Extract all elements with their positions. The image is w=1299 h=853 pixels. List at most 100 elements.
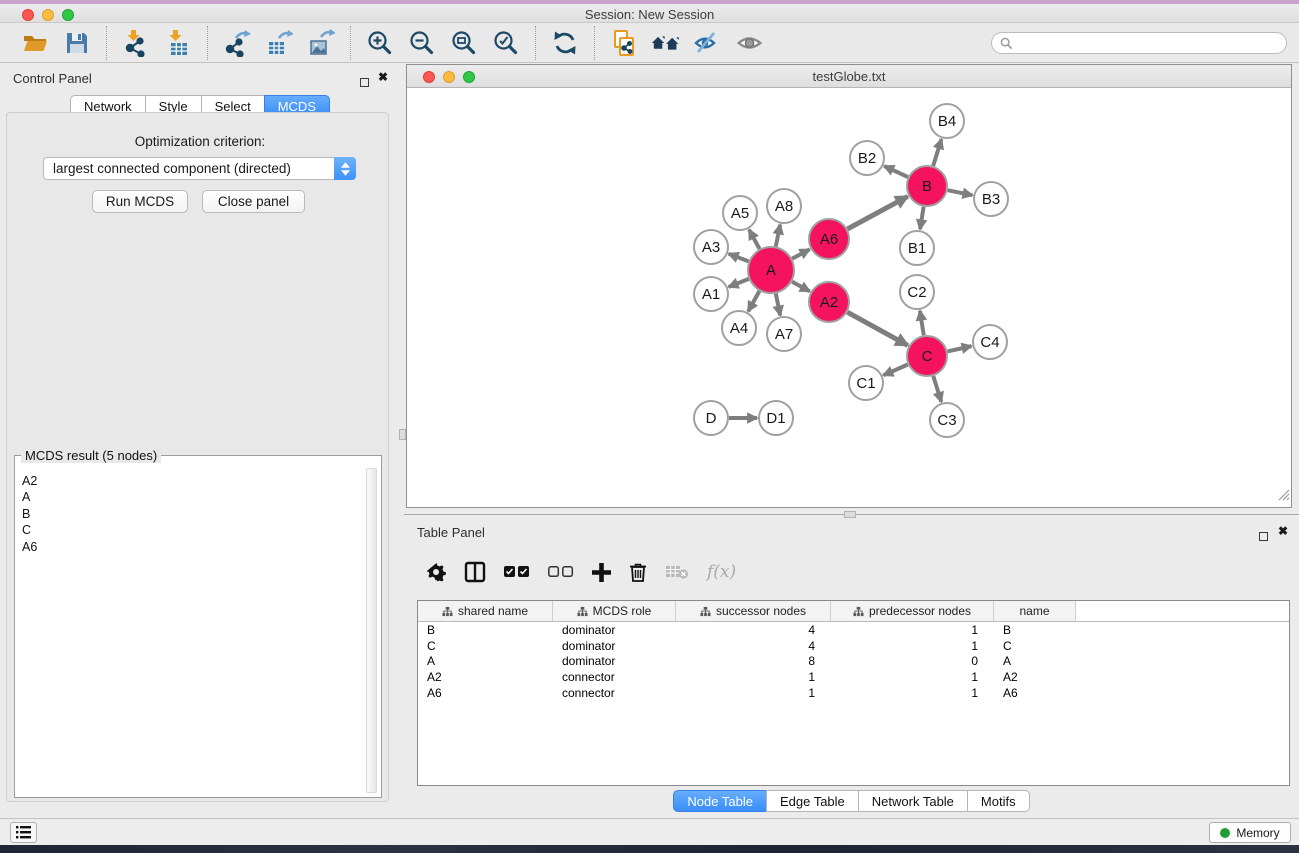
result-list-scrollbar[interactable] (366, 468, 377, 793)
add-row-plus-icon[interactable] (592, 563, 611, 582)
column-header-name[interactable]: name (994, 601, 1076, 621)
column-header-MCDS-role[interactable]: MCDS role (553, 601, 676, 621)
search-input[interactable] (1013, 35, 1286, 51)
mcds-result-item[interactable]: C (22, 522, 365, 538)
horizontal-split-handle[interactable] (844, 511, 856, 518)
table-panel-title: Table Panel (417, 525, 485, 540)
graph-edge-C-C3[interactable] (933, 376, 941, 402)
graph-edge-B-B1[interactable] (920, 207, 924, 230)
table-row[interactable]: Cdominator41C (418, 638, 1289, 654)
split-columns-icon[interactable] (464, 561, 486, 583)
table-cell: 1 (831, 669, 994, 685)
network-canvas[interactable]: B4B2BB3B1A5A8A6A3AA1C2A2A4A7C4CC1C3DD1 (407, 89, 1291, 507)
graph-node-label: C4 (980, 334, 999, 351)
search-field[interactable] (991, 32, 1287, 54)
list-icon (16, 826, 31, 839)
graph-edge-A-A7[interactable] (776, 294, 780, 316)
table-panel-close-icon[interactable]: ✖ (1278, 526, 1288, 536)
column-header-predecessor-nodes[interactable]: predecessor nodes (831, 601, 994, 621)
table-cell: A6 (994, 685, 1076, 701)
open-folder-icon[interactable] (20, 28, 50, 58)
zoom-in-icon[interactable] (365, 28, 395, 58)
export-table-icon[interactable] (264, 28, 294, 58)
column-header-shared-name[interactable]: shared name (418, 601, 553, 621)
graph-edge-B-B4[interactable] (933, 139, 941, 166)
column-type-icon (853, 606, 864, 617)
eye-slash-icon[interactable] (693, 28, 723, 58)
save-floppy-icon[interactable] (62, 28, 92, 58)
network-window-titlebar[interactable]: testGlobe.txt (407, 65, 1291, 88)
graph-edge-A-A5[interactable] (749, 230, 759, 249)
gear-icon[interactable] (427, 563, 446, 582)
mcds-result-item[interactable]: A2 (22, 473, 365, 489)
mcds-result-item[interactable]: B (22, 506, 365, 522)
table-cell: 1 (831, 685, 994, 701)
import-table-icon[interactable] (163, 28, 193, 58)
select-all-checkboxes-icon[interactable] (504, 566, 530, 578)
table-cell: B (418, 622, 553, 638)
window-resize-grip[interactable] (1276, 487, 1290, 506)
graph-edge-A-A6[interactable] (792, 249, 809, 258)
zoom-selected-icon[interactable] (491, 28, 521, 58)
graph-edge-B-B2[interactable] (884, 166, 908, 177)
table-cell: dominator (553, 622, 676, 638)
column-type-icon (442, 606, 453, 617)
control-panel-float-icon[interactable] (360, 74, 369, 92)
mcds-result-item[interactable]: A6 (22, 539, 365, 555)
graph-edge-A-A2[interactable] (792, 282, 810, 292)
control-panel-close-icon[interactable]: ✖ (378, 72, 388, 82)
task-history-button[interactable] (10, 822, 37, 843)
table-cell: A2 (418, 669, 553, 685)
refresh-layout-icon[interactable] (550, 28, 580, 58)
table-row[interactable]: A2connector11A2 (418, 669, 1289, 685)
table-row[interactable]: Adominator80A (418, 654, 1289, 670)
memory-button[interactable]: Memory (1209, 822, 1291, 843)
graph-edge-A-A1[interactable] (729, 279, 749, 287)
tab-node-table[interactable]: Node Table (673, 790, 767, 812)
mcds-result-item[interactable]: A (22, 489, 365, 505)
table-cell: A (994, 654, 1076, 670)
delete-table-icon[interactable] (665, 564, 689, 580)
memory-status-dot (1220, 828, 1230, 838)
graph-edge-C-C4[interactable] (947, 346, 971, 351)
criterion-dropdown[interactable]: largest connected component (directed) (43, 157, 356, 180)
eye-icon[interactable] (735, 28, 765, 58)
graph-edge-A-A3[interactable] (729, 254, 749, 262)
graph-node-label: A3 (702, 239, 720, 256)
graph-edge-A6-B[interactable] (847, 196, 907, 229)
table-panel-float-icon[interactable] (1259, 528, 1268, 546)
column-type-icon (700, 606, 711, 617)
toolbar-separator (106, 26, 107, 60)
table-cell-filler (1076, 622, 1289, 638)
tab-network-table[interactable]: Network Table (858, 790, 968, 812)
deselect-all-checkboxes-icon[interactable] (548, 566, 574, 578)
table-toolbar: f(x) (417, 553, 1286, 591)
graph-edge-C-C1[interactable] (883, 364, 907, 375)
export-network-icon[interactable] (222, 28, 252, 58)
double-home-icon[interactable] (651, 28, 681, 58)
import-network-icon[interactable] (121, 28, 151, 58)
tab-edge-table[interactable]: Edge Table (766, 790, 859, 812)
graph-node-label: A7 (775, 326, 793, 343)
vertical-split-handle[interactable] (399, 429, 406, 440)
close-panel-button[interactable]: Close panel (202, 190, 305, 213)
graph-node-label: A4 (730, 320, 748, 337)
run-mcds-button[interactable]: Run MCDS (92, 190, 188, 213)
graph-node-label: B2 (858, 150, 876, 167)
export-image-icon[interactable] (306, 28, 336, 58)
graph-node-label: C2 (907, 284, 926, 301)
trash-icon[interactable] (629, 562, 647, 582)
function-builder-icon[interactable]: f(x) (707, 562, 736, 582)
table-row[interactable]: A6connector11A6 (418, 685, 1289, 701)
graph-edge-C-C2[interactable] (920, 311, 924, 335)
graph-edge-B-B3[interactable] (948, 190, 973, 195)
graph-edge-A-A8[interactable] (776, 225, 780, 247)
tab-motifs[interactable]: Motifs (967, 790, 1030, 812)
copy-network-pages-icon[interactable] (609, 28, 639, 58)
graph-edge-A-A4[interactable] (748, 291, 759, 311)
table-row[interactable]: Bdominator41B (418, 622, 1289, 638)
column-header-successor-nodes[interactable]: successor nodes (676, 601, 831, 621)
zoom-out-icon[interactable] (407, 28, 437, 58)
zoom-fit-icon[interactable] (449, 28, 479, 58)
graph-edge-A2-C[interactable] (847, 312, 907, 345)
